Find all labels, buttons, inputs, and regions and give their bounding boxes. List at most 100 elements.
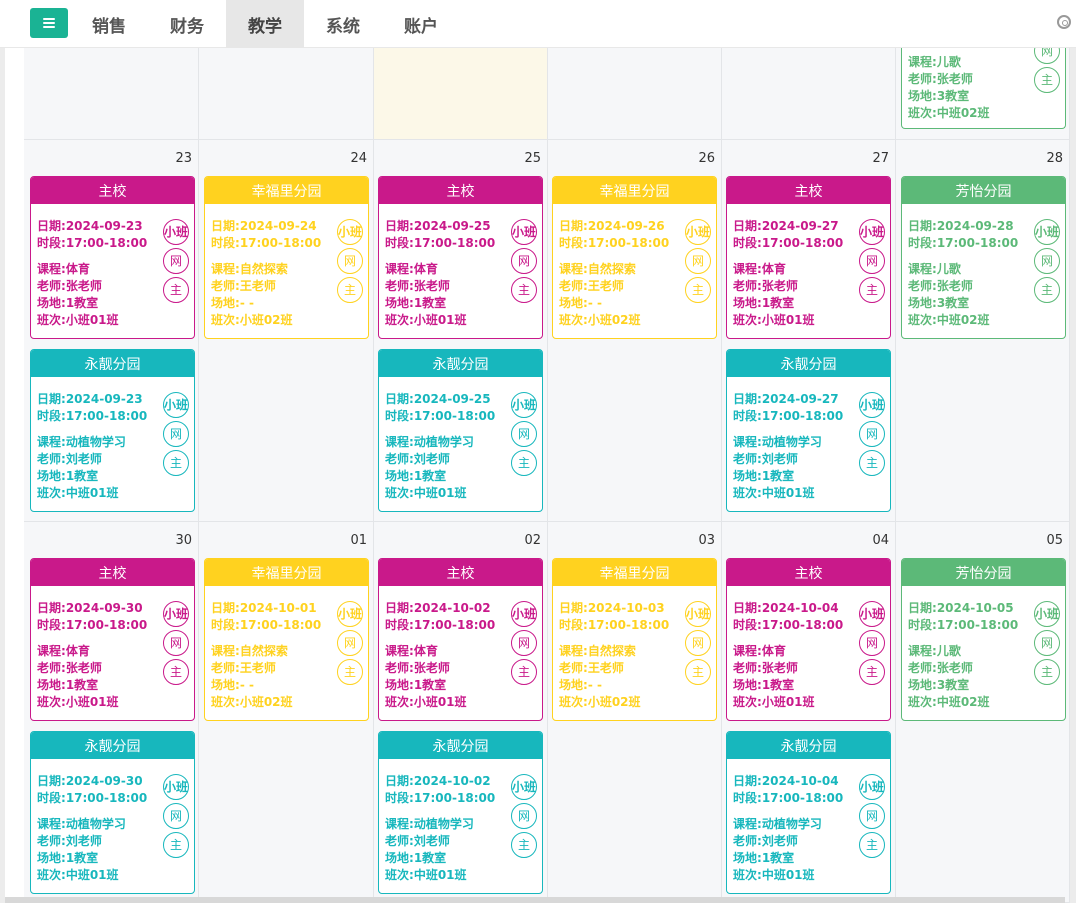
main-tag: 主 — [859, 832, 885, 858]
event-campus: 主校 — [31, 559, 194, 586]
event-card[interactable]: 永靓分园 日期:2024-09-25 时段:17:00-18:00 课程:动植物学习老… — [378, 349, 543, 512]
event-class: 班次:中班02班 — [908, 695, 990, 709]
class-size-tag: 小班 — [859, 392, 885, 418]
event-card[interactable]: 永靓分园 日期:2024-10-04 时段:17:00-18:00 课程:动植物学习老… — [726, 731, 891, 894]
event-campus: 主校 — [379, 559, 542, 586]
online-tag: 网 — [685, 248, 711, 274]
calendar-day-prev[interactable] — [24, 48, 199, 140]
event-card[interactable]: 永靓分园 日期:2024-09-23 时段:17:00-18:00 课程:动植物学习老… — [30, 349, 195, 512]
event-class: 班次:小班01班 — [385, 695, 467, 709]
event-class: 班次:小班02班 — [559, 695, 641, 709]
online-tag: 网 — [511, 421, 537, 447]
online-tag: 网 — [859, 248, 885, 274]
event-card[interactable]: 永靓分园 日期:2024-09-27 时段:17:00-18:00 课程:动植物学习老… — [726, 349, 891, 512]
nav-item-account[interactable]: 账户 — [382, 0, 460, 48]
class-size-tag: 小班 — [511, 392, 537, 418]
main-nav: 销售 财务 教学 系统 账户 — [70, 0, 460, 48]
event-card[interactable]: 主校 日期:2024-10-04 时段:17:00-18:00 课程:体育 老师:张老师… — [726, 558, 891, 721]
online-tag: 网 — [163, 248, 189, 274]
class-size-tag: 小班 — [859, 774, 885, 800]
class-size-tag: 小班 — [1034, 601, 1060, 627]
event-card[interactable]: 主校 日期:2024-10-02 时段:17:00-18:00 课程:体育 老师:张老师… — [378, 558, 543, 721]
online-tag: 网 — [163, 421, 189, 447]
class-size-tag: 小班 — [1034, 219, 1060, 245]
online-tag: 网 — [859, 421, 885, 447]
event-campus: 主校 — [727, 559, 890, 586]
online-tag: 网 — [1034, 248, 1060, 274]
event-card[interactable]: 芳怡分园 日期:2024-10-05 时段:17:00-18:00 课程:儿歌 老师:张… — [901, 558, 1066, 721]
event-card[interactable]: 幸福里分园 日期:2024-09-26 时段:17:00-18:00 课程:自然探索老… — [552, 176, 717, 339]
main-tag: 主 — [163, 659, 189, 685]
event-card-partial[interactable]: 课程:儿歌 老师:张老师 场地:3教室 班次:中班02班 网 主 — [901, 48, 1066, 129]
event-class: 班次:中班02班 — [908, 106, 990, 120]
event-card[interactable]: 永靓分园 日期:2024-10-02 时段:17:00-18:00 课程:动植物学习老… — [378, 731, 543, 894]
event-class: 班次:小班01班 — [733, 313, 815, 327]
main-tag: 主 — [859, 277, 885, 303]
settings-icon[interactable] — [1057, 15, 1071, 29]
horizontal-scrollbar[interactable] — [5, 897, 1065, 903]
main-tag: 主 — [1034, 277, 1060, 303]
calendar-day-prev[interactable] — [722, 48, 896, 140]
event-class: 班次:中班01班 — [37, 868, 119, 882]
nav-item-finance[interactable]: 财务 — [148, 0, 226, 48]
event-class: 班次:中班01班 — [385, 868, 467, 882]
class-size-tag: 小班 — [337, 219, 363, 245]
event-card[interactable]: 主校 日期:2024-09-27 时段:17:00-18:00 课程:体育 老师:张老师… — [726, 176, 891, 339]
hamburger-icon — [43, 18, 55, 28]
calendar-day-prev[interactable] — [199, 48, 374, 140]
event-card[interactable]: 幸福里分园 日期:2024-10-03 时段:17:00-18:00 课程:自然探索老… — [552, 558, 717, 721]
event-class: 班次:小班02班 — [559, 313, 641, 327]
day-number[interactable]: 01 — [350, 533, 367, 548]
event-campus: 幸福里分园 — [205, 177, 368, 204]
class-size-tag: 小班 — [859, 601, 885, 627]
day-number[interactable]: 23 — [175, 151, 192, 166]
event-card[interactable]: 永靓分园 日期:2024-09-30 时段:17:00-18:00 课程:动植物学习老… — [30, 731, 195, 894]
main-tag: 主 — [163, 277, 189, 303]
event-card[interactable]: 芳怡分园 日期:2024-09-28 时段:17:00-18:00 课程:儿歌 老师:张… — [901, 176, 1066, 339]
event-campus: 主校 — [727, 177, 890, 204]
day-number[interactable]: 03 — [698, 533, 715, 548]
day-number[interactable]: 02 — [524, 533, 541, 548]
day-number[interactable]: 26 — [698, 151, 715, 166]
online-tag: 网 — [511, 803, 537, 829]
hamburger-menu-button[interactable] — [30, 8, 68, 38]
day-number[interactable]: 24 — [350, 151, 367, 166]
day-number[interactable]: 28 — [1046, 151, 1063, 166]
event-campus: 永靓分园 — [379, 350, 542, 377]
day-number[interactable]: 04 — [872, 533, 889, 548]
class-size-tag: 小班 — [859, 219, 885, 245]
event-card[interactable]: 主校 日期:2024-09-23 时段:17:00-18:00 课程:体育 老师:张老师… — [30, 176, 195, 339]
online-tag: 网 — [511, 630, 537, 656]
main-tag: 主 — [1034, 659, 1060, 685]
class-size-tag: 小班 — [163, 392, 189, 418]
main-tag: 主 — [511, 277, 537, 303]
day-number[interactable]: 05 — [1046, 533, 1063, 548]
calendar-day-today[interactable] — [374, 48, 548, 140]
nav-item-sales[interactable]: 销售 — [70, 0, 148, 48]
day-number[interactable]: 27 — [872, 151, 889, 166]
event-campus: 芳怡分园 — [902, 177, 1065, 204]
nav-item-teaching[interactable]: 教学 — [226, 0, 304, 48]
main-tag: 主 — [685, 277, 711, 303]
main-tag: 主 — [859, 450, 885, 476]
calendar-day-prev[interactable] — [548, 48, 722, 140]
main-tag: 主 — [337, 277, 363, 303]
event-class: 班次:小班01班 — [37, 695, 119, 709]
class-size-tag: 小班 — [163, 601, 189, 627]
online-tag: 网 — [859, 803, 885, 829]
day-number[interactable]: 25 — [524, 151, 541, 166]
event-card[interactable]: 幸福里分园 日期:2024-09-24 时段:17:00-18:00 课程:自然探索老… — [204, 176, 369, 339]
event-campus: 永靓分园 — [379, 732, 542, 759]
event-class: 班次:中班02班 — [908, 313, 990, 327]
event-class: 班次:小班02班 — [211, 695, 293, 709]
class-size-tag: 小班 — [685, 601, 711, 627]
class-size-tag: 小班 — [511, 219, 537, 245]
event-card[interactable]: 主校 日期:2024-09-25 时段:17:00-18:00 课程:体育 老师:张老师… — [378, 176, 543, 339]
nav-item-system[interactable]: 系统 — [304, 0, 382, 48]
online-tag: 网 — [163, 630, 189, 656]
main-tag: 主 — [337, 659, 363, 685]
event-card[interactable]: 主校 日期:2024-09-30 时段:17:00-18:00 课程:体育 老师:张老师… — [30, 558, 195, 721]
event-card[interactable]: 幸福里分园 日期:2024-10-01 时段:17:00-18:00 课程:自然探索老… — [204, 558, 369, 721]
event-class: 班次:中班01班 — [733, 868, 815, 882]
day-number[interactable]: 30 — [175, 533, 192, 548]
